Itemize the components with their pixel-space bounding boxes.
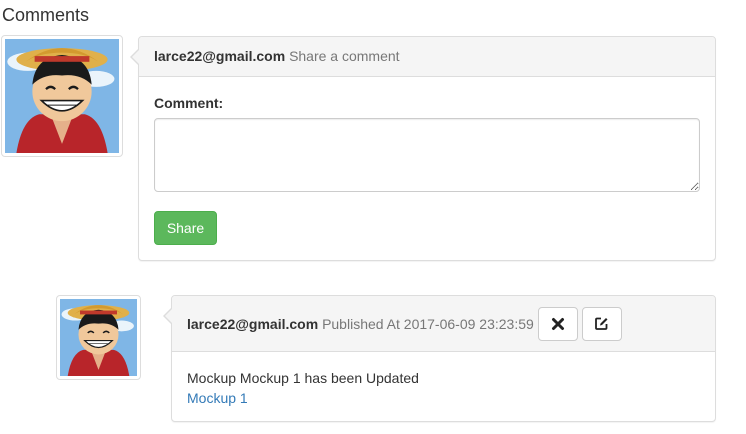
comment-published-at: Published At 2017-06-09 23:23:59 bbox=[322, 315, 534, 332]
comment-user-email: larce22@gmail.com bbox=[187, 315, 319, 332]
heading-user-email: larce22@gmail.com bbox=[154, 48, 286, 64]
comment-heading: larce22@gmail.com Published At 2017-06-0… bbox=[172, 296, 715, 352]
comment-label: Comment: bbox=[154, 95, 224, 111]
share-button[interactable]: Share bbox=[154, 211, 217, 245]
comment-textarea[interactable] bbox=[154, 118, 700, 192]
avatar-image bbox=[60, 299, 137, 376]
comment-body: Mockup Mockup 1 has been Updated Mockup … bbox=[172, 352, 715, 424]
comment-panel: larce22@gmail.com Published At 2017-06-0… bbox=[163, 295, 716, 424]
new-comment-panel: larce22@gmail.com Share a comment Commen… bbox=[130, 36, 716, 261]
comment-mockup-link[interactable]: Mockup 1 bbox=[187, 390, 248, 406]
panel-arrow bbox=[130, 49, 139, 65]
comments-title: Comments bbox=[2, 5, 90, 25]
heading-note: Share a comment bbox=[289, 48, 400, 64]
edit-comment-button[interactable] bbox=[581, 306, 622, 341]
edit-icon bbox=[595, 317, 608, 330]
comment-author-avatar bbox=[56, 295, 141, 380]
panel-arrow bbox=[163, 308, 172, 324]
avatar-image bbox=[5, 39, 119, 153]
comment-meta: larce22@gmail.com Published At 2017-06-0… bbox=[187, 316, 534, 332]
user-avatar bbox=[1, 35, 123, 157]
delete-comment-button[interactable] bbox=[537, 306, 578, 341]
comment-text: Mockup Mockup 1 has been Updated bbox=[187, 370, 419, 386]
times-icon bbox=[551, 317, 564, 330]
new-comment-heading: larce22@gmail.com Share a comment bbox=[139, 37, 715, 77]
